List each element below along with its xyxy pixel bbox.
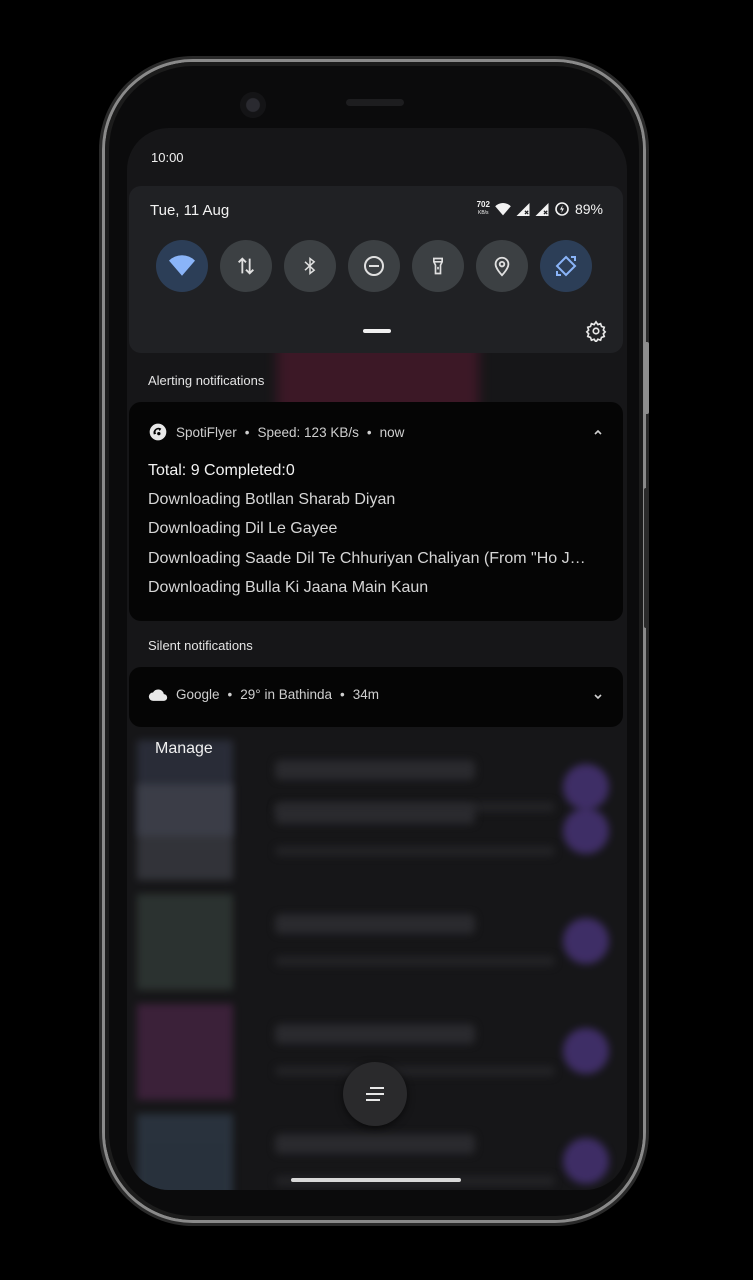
dnd-icon [364,256,384,276]
network-speed: 702 KB/s [476,200,490,217]
separator-dot: • [227,687,233,702]
background-track-row [135,894,619,990]
tile-auto-rotate[interactable] [540,240,592,292]
battery-percent: 89% [574,201,603,217]
notification-line: Downloading Dil Le Gayee [148,520,338,537]
signal-icon [535,202,549,216]
gesture-nav-bar[interactable] [291,1178,461,1182]
background-track-row [135,784,619,880]
data-arrows-icon [238,257,254,275]
google-weather-notification[interactable]: Google • 29° in Bathinda • 34m [129,667,623,727]
volume-button [644,488,649,628]
separator-dot: • [366,424,372,440]
expand-handle[interactable] [363,329,391,333]
notification-title: Total: 9 Completed:0 [148,462,295,479]
menu-lines-icon [366,1087,384,1101]
gear-icon[interactable] [585,320,607,342]
manage-button[interactable]: Manage [155,740,213,758]
location-icon [494,256,510,277]
notification-line: Downloading Bulla Ki Jaana Main Kaun [148,579,429,596]
rotate-icon [555,255,577,277]
tile-bluetooth[interactable] [284,240,336,292]
wifi-icon [169,255,195,276]
qs-date[interactable]: Tue, 11 Aug [150,202,229,219]
earpiece-speaker [346,99,404,106]
screen: 10:00 Tue, 11 Aug 702 KB/s 89% Alerting … [127,128,627,1190]
chevron-up-icon[interactable] [593,427,603,437]
quick-settings-tiles [156,240,592,292]
bluetooth-icon [304,256,316,276]
separator-dot: • [340,687,345,702]
tile-flashlight[interactable] [412,240,464,292]
notification-app-name: SpotiFlyer [176,424,237,440]
power-button [644,342,649,414]
notification-line: Downloading Botllan Sharab Diyan [148,491,396,508]
tile-location[interactable] [476,240,528,292]
notification-time: now [379,424,405,440]
menu-fab[interactable] [343,1062,407,1126]
wifi-status-icon [495,202,511,215]
quick-settings-panel: Tue, 11 Aug 702 KB/s 89% [129,186,623,353]
spotiflyer-notification[interactable]: SpotiFlyer • Speed: 123 KB/s • now Total… [129,402,623,621]
cloud-icon [148,688,168,701]
signal-icon [516,202,530,216]
alerting-notifications-header: Alerting notifications [148,373,265,388]
notification-app-name: Google [176,687,220,702]
notification-detail: 29° in Bathinda [240,687,332,702]
tile-wifi[interactable] [156,240,208,292]
notification-detail: Speed: 123 KB/s [257,424,359,440]
front-camera [240,92,266,118]
notification-line: Downloading Saade Dil Te Chhuriyan Chali… [148,550,586,567]
notification-time: 34m [352,687,379,702]
silent-notifications-header: Silent notifications [148,638,253,653]
notification-header: Google • 29° in Bathinda • 34m [148,687,379,702]
tile-mobile-data[interactable] [220,240,272,292]
qs-status-icons: 702 KB/s 89% [476,200,603,218]
flashlight-icon [433,257,443,275]
spotiflyer-app-icon [149,423,167,441]
battery-saver-icon [555,202,569,216]
tile-do-not-disturb[interactable] [348,240,400,292]
chevron-down-icon[interactable] [593,692,603,702]
separator-dot: • [244,424,250,440]
status-bar-time: 10:00 [151,150,184,165]
notification-header: SpotiFlyer • Speed: 123 KB/s • now [148,422,404,442]
